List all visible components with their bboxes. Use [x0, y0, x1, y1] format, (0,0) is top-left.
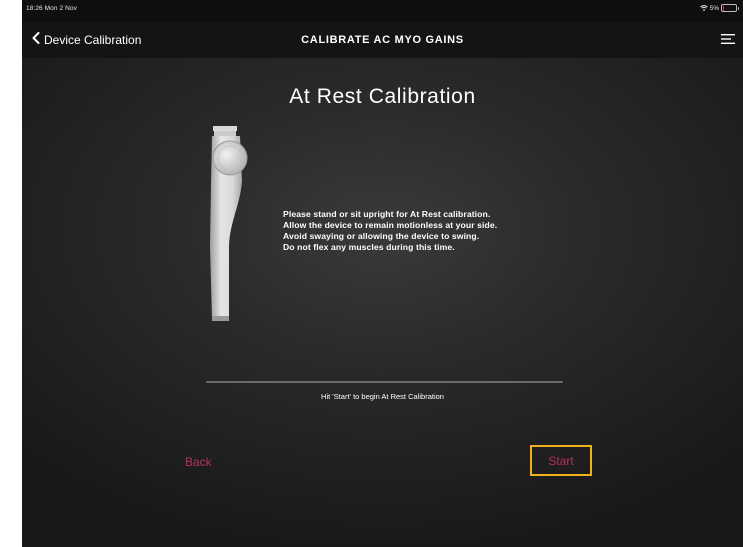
navigation-bar: Device Calibration CALIBRATE AC MYO GAIN…	[22, 22, 743, 58]
back-button[interactable]: Back	[185, 455, 212, 469]
status-indicators: 5%	[699, 4, 739, 12]
instruction-line: Avoid swaying or allowing the device to …	[283, 231, 480, 241]
start-button[interactable]: Start	[530, 445, 592, 476]
instruction-line: Please stand or sit upright for At Rest …	[283, 209, 491, 219]
battery-icon	[721, 4, 739, 12]
calibration-progress-bar	[206, 381, 563, 383]
instruction-line: Allow the device to remain motionless at…	[283, 220, 498, 230]
calibration-instructions: Please stand or sit upright for At Rest …	[283, 209, 497, 253]
battery-percent: 5%	[709, 4, 719, 12]
prosthetic-arm-image	[200, 126, 250, 324]
status-time: 18:26 Mon 2 Nov	[26, 5, 78, 12]
menu-icon[interactable]	[721, 32, 735, 46]
battery-level	[722, 5, 724, 11]
page-title: At Rest Calibration	[289, 85, 476, 108]
instruction-line: Do not flex any muscles during this time…	[283, 242, 455, 252]
nav-title: CALIBRATE AC MYO GAINS	[301, 34, 464, 46]
wifi-icon	[699, 5, 708, 11]
start-hint: Hit 'Start' to begin At Rest Calibration	[321, 392, 444, 401]
app-screen: 18:26 Mon 2 Nov 5% Device Calibration CA…	[22, 0, 743, 547]
status-bar: 18:26 Mon 2 Nov 5%	[22, 0, 743, 22]
